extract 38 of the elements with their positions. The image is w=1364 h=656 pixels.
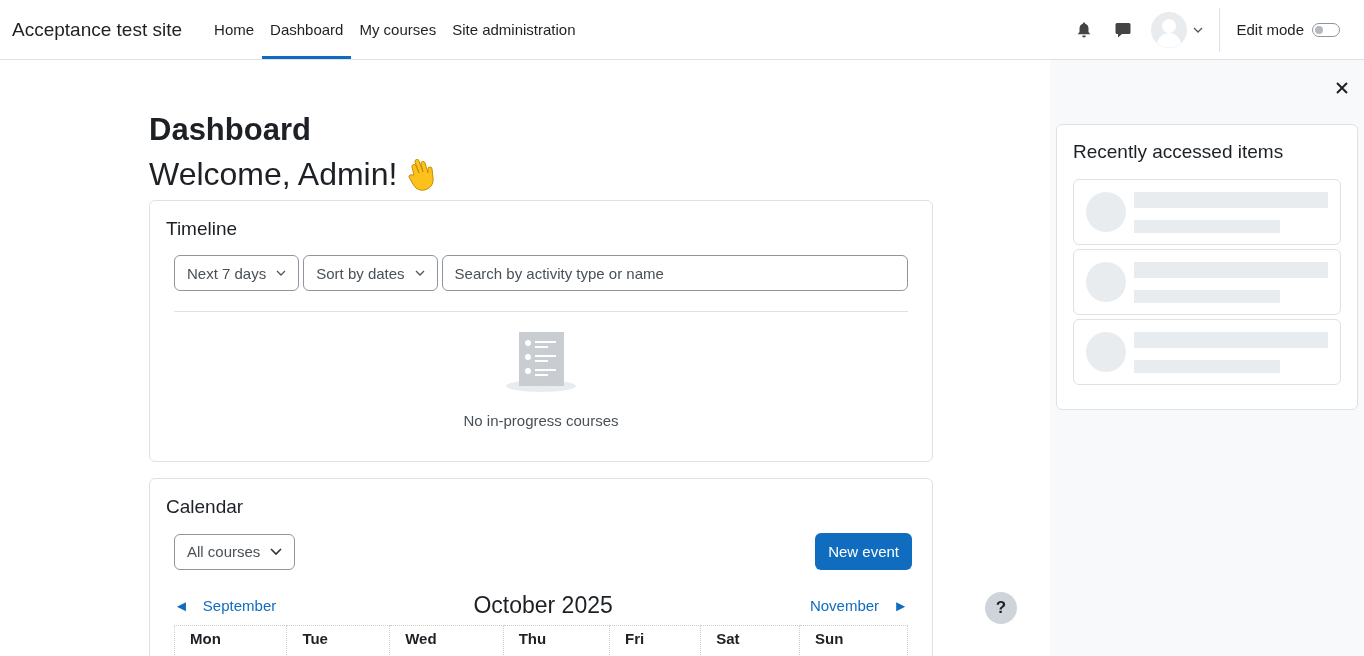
nav-link[interactable]: My courses [351, 3, 445, 59]
chevron-down-icon [414, 270, 425, 276]
nav-link[interactable]: Site administration [444, 3, 584, 59]
weekday-header: Fri [609, 625, 701, 656]
nav-link[interactable]: Dashboard [262, 3, 352, 59]
empty-message: No in-progress courses [463, 412, 619, 429]
card-title: Timeline [166, 217, 239, 241]
close-icon[interactable] [1336, 82, 1348, 94]
previous-arrow[interactable]: ◄ [174, 597, 189, 614]
chevron-down-icon [270, 547, 283, 556]
page-title: Dashboard [149, 111, 312, 149]
weekday-header: Sat [700, 625, 800, 656]
weekday-header: Sun [799, 625, 908, 656]
card-title: Calendar [166, 495, 245, 519]
next-month-link[interactable]: November [809, 597, 880, 614]
previous-month-link[interactable]: September [202, 597, 277, 614]
filter-dropdown[interactable]: Next 7 days [174, 255, 300, 291]
next-arrow[interactable]: ► [893, 597, 908, 614]
weekday-header: Wed [389, 625, 504, 656]
weekday-header: Thu [503, 625, 610, 656]
welcome-heading: Welcome, Admin! [149, 155, 398, 194]
chat-icon[interactable] [1115, 21, 1132, 38]
nav-link[interactable]: Home [206, 3, 263, 59]
help-button[interactable]: ? [985, 592, 1017, 624]
sort-dropdown[interactable]: Sort by dates [303, 255, 438, 291]
edit-mode-label: Edit mode [1236, 21, 1304, 38]
bell-icon[interactable] [1077, 21, 1092, 38]
card-title: Recently accessed items [1073, 141, 1285, 163]
weekday-header: Tue [286, 625, 390, 656]
site-name[interactable]: Acceptance test site [12, 18, 183, 41]
chevron-down-icon [1193, 26, 1204, 33]
weekday-header: Mon [174, 625, 287, 656]
chevron-down-icon [276, 270, 287, 276]
month-title: October 2025 [473, 592, 613, 619]
new-event-button[interactable]: New event [815, 533, 912, 570]
empty-list-icon [505, 332, 577, 394]
course-dropdown[interactable]: All courses [174, 533, 296, 570]
search-field[interactable]: Search by activity type or name [441, 255, 908, 291]
